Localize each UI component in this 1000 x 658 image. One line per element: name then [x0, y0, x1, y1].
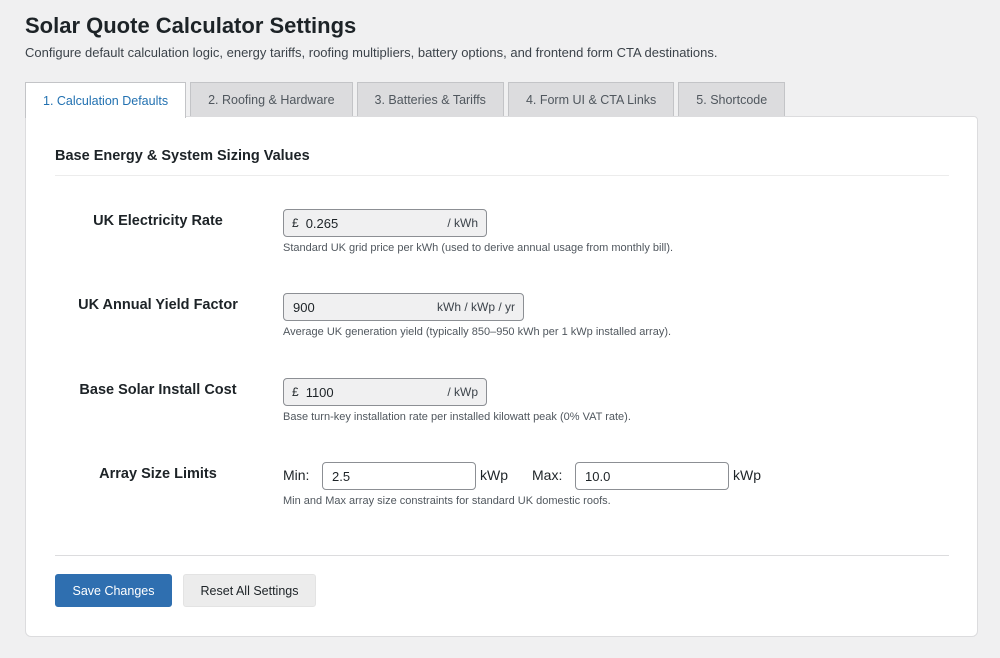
electricity-rate-input[interactable]: £ 0.265 / kWh	[283, 209, 487, 237]
array-max-input[interactable]: 10.0	[575, 462, 729, 490]
array-limits-label: Array Size Limits	[99, 466, 217, 482]
min-unit: kWp	[480, 467, 508, 483]
yield-factor-input[interactable]: 900 kWh / kWp / yr	[283, 293, 524, 321]
page-title: Solar Quote Calculator Settings	[25, 13, 357, 38]
install-cost-unit: / kWp	[447, 385, 478, 399]
tab-calculation-defaults[interactable]: 1. Calculation Defaults	[25, 82, 187, 118]
yield-factor-help: Average UK generation yield (typically 8…	[283, 326, 672, 338]
section-divider	[55, 175, 949, 176]
reset-settings-button[interactable]: Reset All Settings	[183, 574, 316, 607]
max-unit: kWp	[733, 467, 761, 483]
electricity-rate-unit: / kWh	[447, 216, 478, 230]
electricity-rate-help: Standard UK grid price per kWh (used to …	[283, 242, 674, 254]
currency-prefix: £	[292, 216, 299, 230]
yield-factor-unit: kWh / kWp / yr	[437, 300, 515, 314]
install-cost-value: 1100	[305, 384, 334, 400]
tab-form-ui-cta-links[interactable]: 4. Form UI & CTA Links	[507, 82, 675, 117]
tab-roofing-hardware[interactable]: 2. Roofing & Hardware	[190, 82, 353, 117]
tab-batteries-tariffs[interactable]: 3. Batteries & Tariffs	[356, 82, 504, 117]
install-cost-label: Base Solar Install Cost	[79, 382, 237, 398]
currency-prefix: £	[292, 385, 299, 399]
array-limits-help: Min and Max array size constraints for s…	[283, 495, 611, 507]
install-cost-help: Base turn-key installation rate per inst…	[283, 411, 631, 423]
electricity-rate-label: UK Electricity Rate	[93, 213, 223, 229]
save-changes-button[interactable]: Save Changes	[55, 574, 172, 607]
settings-tabs: 1. Calculation Defaults 2. Roofing & Har…	[25, 82, 789, 118]
electricity-rate-value: 0.265	[305, 215, 339, 231]
array-min-input[interactable]: 2.5	[322, 462, 476, 490]
actions-divider	[55, 555, 949, 556]
yield-factor-label: UK Annual Yield Factor	[78, 297, 238, 313]
max-label: Max:	[532, 467, 563, 483]
page-description: Configure default calculation logic, ene…	[25, 45, 718, 60]
section-title: Base Energy & System Sizing Values	[55, 148, 310, 164]
install-cost-input[interactable]: £ 1100 / kWp	[283, 378, 487, 406]
min-label: Min:	[283, 467, 310, 483]
yield-factor-value: 900	[293, 299, 315, 315]
settings-panel: Base Energy & System Sizing Values UK El…	[25, 116, 978, 637]
tab-shortcode[interactable]: 5. Shortcode	[678, 82, 786, 117]
